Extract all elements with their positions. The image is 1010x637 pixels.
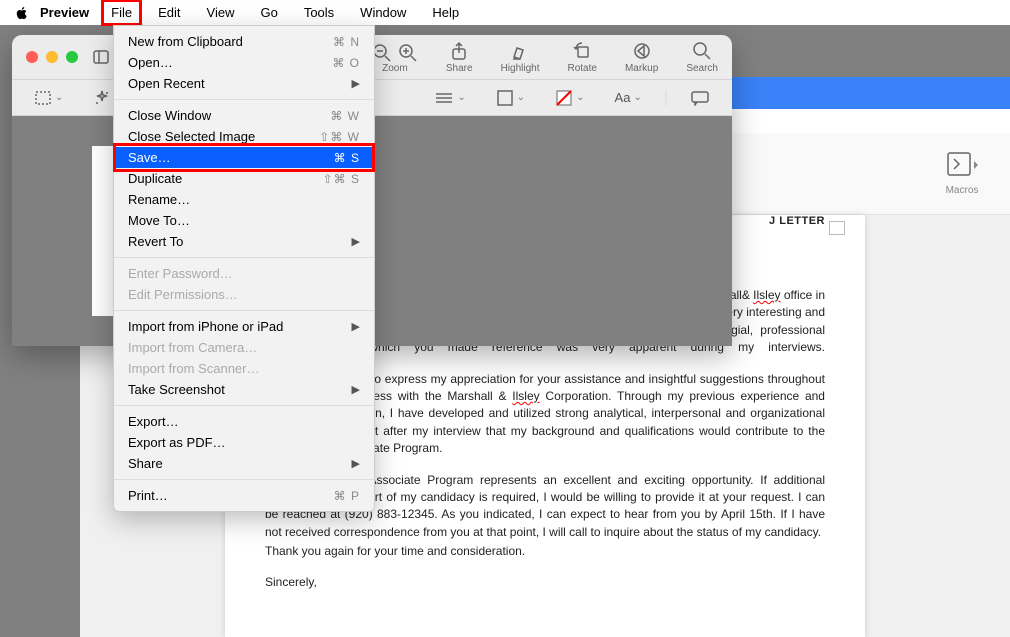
menu-edit[interactable]: Edit bbox=[154, 3, 184, 22]
menu-print[interactable]: Print…⌘ P bbox=[114, 485, 374, 506]
aa-icon: Aa bbox=[615, 90, 631, 105]
text-style-tool[interactable]: Aa ⌄ bbox=[607, 87, 650, 108]
annotate-tool[interactable] bbox=[682, 87, 718, 109]
zoom-in-icon[interactable] bbox=[398, 43, 418, 63]
menu-help[interactable]: Help bbox=[428, 3, 463, 22]
chevron-right-icon: ▶ bbox=[352, 77, 360, 90]
menu-go[interactable]: Go bbox=[256, 3, 281, 22]
selection-icon bbox=[34, 90, 52, 106]
chevron-right-icon: ▶ bbox=[352, 457, 360, 470]
chevron-right-icon: ▶ bbox=[352, 320, 360, 333]
maximize-window-button[interactable] bbox=[66, 51, 78, 63]
border-color-tool[interactable]: ⌄ bbox=[488, 86, 533, 110]
menu-view[interactable]: View bbox=[203, 3, 239, 22]
selection-tool[interactable]: ⌄ bbox=[26, 87, 71, 109]
menu-import-iphone[interactable]: Import from iPhone or iPad▶ bbox=[114, 316, 374, 337]
highlight-icon bbox=[510, 41, 530, 61]
apple-logo-icon[interactable] bbox=[14, 5, 30, 21]
chevron-right-icon: ▶ bbox=[352, 235, 360, 248]
app-name[interactable]: Preview bbox=[40, 5, 89, 20]
menu-enter-password: Enter Password… bbox=[114, 263, 374, 284]
menu-move-to[interactable]: Move To… bbox=[114, 210, 374, 231]
menu-export-pdf[interactable]: Export as PDF… bbox=[114, 432, 374, 453]
menu-edit-permissions: Edit Permissions… bbox=[114, 284, 374, 305]
menu-revert-to[interactable]: Revert To▶ bbox=[114, 231, 374, 252]
search-button[interactable]: Search bbox=[686, 41, 718, 74]
share-button[interactable]: Share bbox=[446, 41, 473, 74]
search-icon bbox=[692, 41, 712, 61]
menu-import-scanner: Import from Scanner… bbox=[114, 358, 374, 379]
menu-window[interactable]: Window bbox=[356, 3, 410, 22]
sparkle-icon bbox=[93, 89, 111, 107]
minimize-window-button[interactable] bbox=[46, 51, 58, 63]
rotate-button[interactable]: Rotate bbox=[567, 41, 596, 74]
menubar: Preview File Edit View Go Tools Window H… bbox=[0, 0, 1010, 25]
menu-import-camera: Import from Camera… bbox=[114, 337, 374, 358]
markup-icon bbox=[632, 41, 652, 61]
zoom-group: Zoom bbox=[372, 41, 418, 74]
line-style-tool[interactable]: ⌄ bbox=[426, 88, 473, 108]
macros-group[interactable]: Macros bbox=[944, 151, 980, 196]
border-icon bbox=[496, 89, 514, 107]
menu-duplicate[interactable]: Duplicate⇧⌘ S bbox=[114, 168, 374, 189]
chevron-right-icon: ▶ bbox=[352, 383, 360, 396]
menu-close-window[interactable]: Close Window⌘ W bbox=[114, 105, 374, 126]
lines-icon bbox=[434, 91, 454, 105]
macros-label: Macros bbox=[946, 185, 979, 196]
menu-new-from-clipboard[interactable]: New from Clipboard⌘ N bbox=[114, 31, 374, 52]
file-dropdown: New from Clipboard⌘ N Open…⌘ O Open Rece… bbox=[113, 25, 375, 512]
menu-save[interactable]: Save…⌘ S bbox=[114, 147, 374, 168]
highlight-button[interactable]: Highlight bbox=[501, 41, 540, 74]
menu-file[interactable]: File bbox=[107, 3, 136, 22]
menu-export[interactable]: Export… bbox=[114, 411, 374, 432]
menu-rename[interactable]: Rename… bbox=[114, 189, 374, 210]
speech-bubble-icon bbox=[690, 90, 710, 106]
window-controls bbox=[26, 51, 78, 63]
menu-share[interactable]: Share▶ bbox=[114, 453, 374, 474]
menu-open-recent[interactable]: Open Recent▶ bbox=[114, 73, 374, 94]
ruler-toggle-icon[interactable] bbox=[829, 221, 845, 235]
close-window-button[interactable] bbox=[26, 51, 38, 63]
fill-color-tool[interactable]: ⌄ bbox=[547, 86, 592, 110]
menu-close-selected-image[interactable]: Close Selected Image⇧⌘ W bbox=[114, 126, 374, 147]
menu-open[interactable]: Open…⌘ O bbox=[114, 52, 374, 73]
share-icon bbox=[449, 41, 469, 61]
fill-icon bbox=[555, 89, 573, 107]
sidebar-toggle-icon[interactable] bbox=[92, 48, 110, 66]
markup-button[interactable]: Markup bbox=[625, 41, 658, 74]
menu-take-screenshot[interactable]: Take Screenshot▶ bbox=[114, 379, 374, 400]
rotate-icon bbox=[572, 41, 592, 61]
macros-icon bbox=[944, 151, 980, 179]
menu-tools[interactable]: Tools bbox=[300, 3, 338, 22]
